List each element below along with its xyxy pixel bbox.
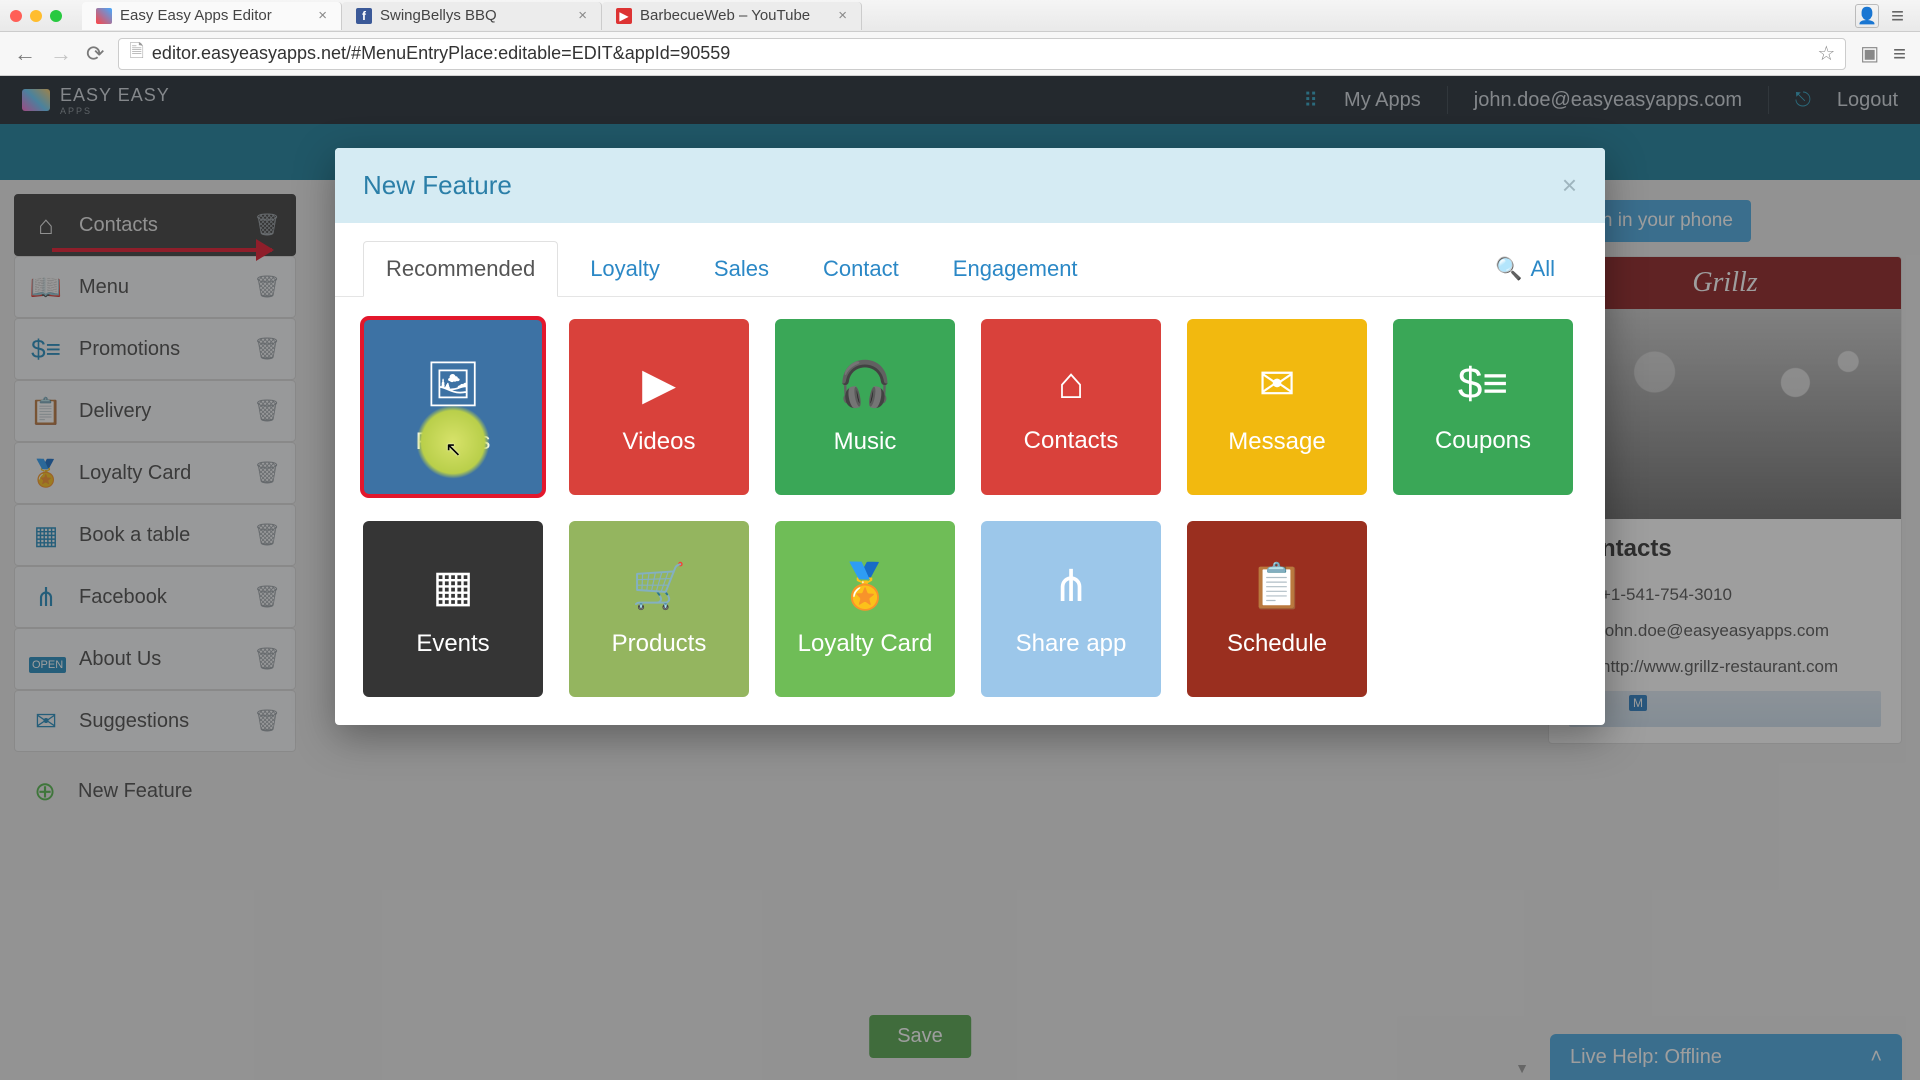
browser-tab[interactable]: Easy Easy Apps Editor × <box>82 2 342 30</box>
feature-icon: 🏅 <box>838 560 893 612</box>
feature-label: Contacts <box>1024 427 1119 455</box>
feature-label: Events <box>416 630 489 658</box>
modal-tab[interactable]: Recommended <box>363 241 558 297</box>
bookmark-star-icon[interactable]: ☆ <box>1817 41 1835 66</box>
feature-icon: ⌂ <box>1058 359 1085 409</box>
close-icon[interactable]: × <box>1562 170 1577 201</box>
tab-label: SwingBellys BBQ <box>380 7 497 24</box>
favicon-icon: ▶ <box>616 8 632 24</box>
feature-icon: ▦ <box>432 561 474 612</box>
tab-close-icon[interactable]: × <box>578 7 587 24</box>
feature-label: Videos <box>623 428 696 456</box>
zoom-window-icon[interactable] <box>50 10 62 22</box>
feature-icon: $≡ <box>1458 359 1508 409</box>
modal-tab-all[interactable]: 🔍All <box>1473 242 1577 296</box>
feature-tile[interactable]: ⋔ Share app <box>981 521 1161 697</box>
tab-close-icon[interactable]: × <box>838 7 847 24</box>
modal-tab[interactable]: Sales <box>692 242 791 296</box>
feature-label: Photos <box>416 428 491 456</box>
feature-icon: 🛒 <box>632 560 687 612</box>
search-icon: 🔍 <box>1495 256 1522 282</box>
feature-icon: 🖼 <box>425 358 481 410</box>
feature-grid: 🖼 Photos ↖▶ Videos🎧 Music⌂ Contacts✉ Mes… <box>335 297 1605 725</box>
feature-label: Schedule <box>1227 630 1327 658</box>
close-window-icon[interactable] <box>10 10 22 22</box>
tab-label: BarbecueWeb – YouTube <box>640 7 810 24</box>
tab-label: Easy Easy Apps Editor <box>120 7 272 24</box>
feature-label: Loyalty Card <box>798 630 933 658</box>
feature-label: Share app <box>1016 630 1127 658</box>
back-button[interactable]: ← <box>14 41 36 67</box>
forward-button[interactable]: → <box>50 41 72 67</box>
feature-tile[interactable]: ✉ Message <box>1187 319 1367 495</box>
feature-icon: 📋 <box>1250 560 1305 612</box>
feature-tile[interactable]: $≡ Coupons <box>1393 319 1573 495</box>
window-titlebar: Easy Easy Apps Editor ×f SwingBellys BBQ… <box>0 0 1920 32</box>
browser-tabstrip: Easy Easy Apps Editor ×f SwingBellys BBQ… <box>82 0 1855 32</box>
feature-icon: ✉ <box>1259 359 1296 410</box>
feature-tile[interactable]: 🎧 Music <box>775 319 955 495</box>
modal-tab[interactable]: Contact <box>801 242 921 296</box>
modal-tabstrip: RecommendedLoyaltySalesContactEngagement… <box>335 223 1605 297</box>
present-icon[interactable]: ▣ <box>1860 41 1879 66</box>
feature-icon: ▶ <box>642 359 676 410</box>
new-feature-modal: New Feature × RecommendedLoyaltySalesCon… <box>335 148 1605 725</box>
chrome-hamburger-icon[interactable]: ≡ <box>1893 41 1906 67</box>
feature-icon: 🎧 <box>838 358 893 410</box>
feature-icon: ⋔ <box>1053 561 1090 612</box>
favicon-icon: f <box>356 8 372 24</box>
browser-tab[interactable]: ▶ BarbecueWeb – YouTube × <box>602 2 862 30</box>
feature-tile[interactable]: ▶ Videos <box>569 319 749 495</box>
modal-title: New Feature <box>363 170 512 201</box>
feature-tile[interactable]: 🏅 Loyalty Card <box>775 521 955 697</box>
feature-tile[interactable]: 🖼 Photos ↖ <box>363 319 543 495</box>
feature-tile[interactable]: ⌂ Contacts <box>981 319 1161 495</box>
chrome-menu-icon[interactable]: ≡ <box>1891 3 1904 29</box>
window-controls[interactable] <box>10 10 62 22</box>
address-bar[interactable]: 🗎 editor.easyeasyapps.net/#MenuEntryPlac… <box>118 38 1846 70</box>
minimize-window-icon[interactable] <box>30 10 42 22</box>
favicon-icon <box>96 8 112 24</box>
modal-tab[interactable]: Loyalty <box>568 242 682 296</box>
feature-tile[interactable]: 🛒 Products <box>569 521 749 697</box>
modal-tab[interactable]: Engagement <box>931 242 1100 296</box>
feature-label: Music <box>834 428 897 456</box>
feature-label: Coupons <box>1435 427 1531 455</box>
page-icon: 🗎 <box>129 39 143 69</box>
feature-label: Products <box>612 630 707 658</box>
feature-tile[interactable]: 📋 Schedule <box>1187 521 1367 697</box>
feature-tile[interactable]: ▦ Events <box>363 521 543 697</box>
url-text: editor.easyeasyapps.net/#MenuEntryPlace:… <box>152 43 730 64</box>
reload-button[interactable]: ⟳ <box>86 41 104 67</box>
tab-close-icon[interactable]: × <box>318 7 327 24</box>
feature-label: Message <box>1228 428 1325 456</box>
browser-tab[interactable]: f SwingBellys BBQ × <box>342 2 602 30</box>
browser-toolbar: ← → ⟳ 🗎 editor.easyeasyapps.net/#MenuEnt… <box>0 32 1920 76</box>
chrome-profile-button[interactable]: 👤 <box>1855 4 1879 28</box>
